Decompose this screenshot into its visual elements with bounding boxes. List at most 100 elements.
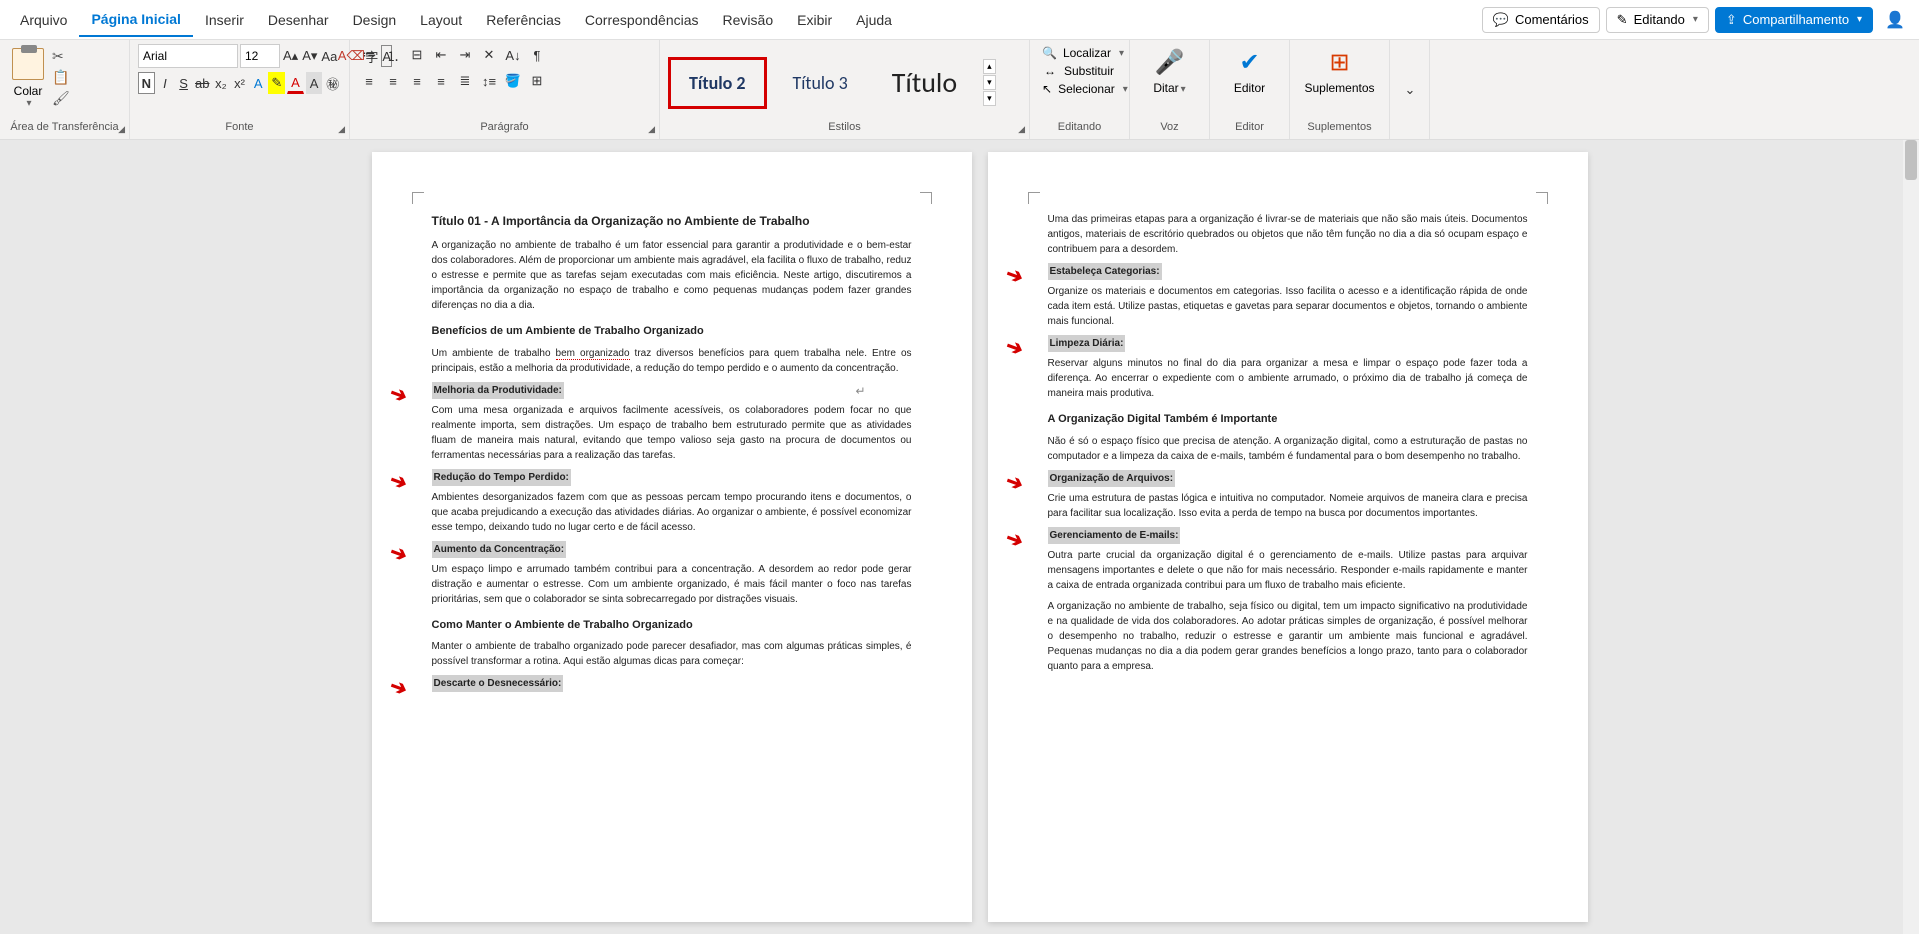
cut-icon[interactable]: ✂: [52, 48, 70, 65]
menu-design[interactable]: Design: [341, 4, 409, 36]
ribbon-collapse-button[interactable]: ⌄: [1399, 79, 1421, 101]
vertical-scrollbar[interactable]: [1903, 140, 1919, 934]
char-shading-button[interactable]: A: [306, 72, 323, 94]
red-arrow-icon: ➔: [385, 378, 411, 412]
styles-dialog-launcher[interactable]: ◢: [1018, 124, 1025, 135]
font-dialog-launcher[interactable]: ◢: [338, 124, 345, 135]
page-2[interactable]: Uma das primeiras etapas para a organiza…: [988, 152, 1588, 922]
font-name-combo[interactable]: [138, 44, 238, 68]
italic-button[interactable]: I: [157, 72, 174, 94]
chevron-down-icon: ▾: [26, 98, 31, 109]
align-center-button[interactable]: ≡: [382, 70, 404, 92]
bullets-button[interactable]: ≔: [358, 44, 380, 66]
font-size-combo[interactable]: [240, 44, 280, 68]
document-area[interactable]: Título 01 - A Importância da Organização…: [0, 140, 1919, 934]
menu-referencias[interactable]: Referências: [474, 4, 573, 36]
subhead-arquivos: Organização de Arquivos:: [1048, 470, 1176, 487]
menu-desenhar[interactable]: Desenhar: [256, 4, 341, 36]
paragraph-dialog-launcher[interactable]: ◢: [648, 124, 655, 135]
select-button[interactable]: ↖Selecionar▾: [1038, 80, 1121, 98]
doc-paragraph: Manter o ambiente de trabalho organizado…: [432, 639, 912, 669]
styles-scroll-up[interactable]: ▴: [983, 59, 996, 74]
strike-button[interactable]: ab: [194, 72, 211, 94]
distributed-button[interactable]: ≣: [454, 70, 476, 92]
replace-button[interactable]: ↔Substituir: [1038, 62, 1121, 80]
menu-exibir[interactable]: Exibir: [785, 4, 844, 36]
font-group: A▴ A▾ Aa A⌫ 字 A N I S ab x₂ x² A ✎ A A ㊙…: [130, 40, 350, 139]
styles-expand[interactable]: ▾: [983, 91, 996, 106]
subscript-button[interactable]: x₂: [213, 72, 230, 94]
sort-button[interactable]: A↓: [502, 44, 524, 66]
asian-layout-button[interactable]: ✕: [478, 44, 500, 66]
menu-arquivo[interactable]: Arquivo: [8, 4, 79, 36]
editor-icon[interactable]: ✔: [1239, 48, 1259, 77]
addins-button[interactable]: Suplementos: [1304, 81, 1374, 95]
justify-button[interactable]: ≡: [430, 70, 452, 92]
style-titulo-3[interactable]: Título 3: [775, 60, 866, 106]
menu-inserir[interactable]: Inserir: [193, 4, 256, 36]
doc-paragraph: Uma das primeiras etapas para a organiza…: [1048, 212, 1528, 257]
user-avatar-icon[interactable]: 👤: [1879, 4, 1911, 36]
scrollbar-thumb[interactable]: [1905, 140, 1917, 180]
addins-icon[interactable]: ⊞: [1329, 48, 1349, 77]
style-titulo[interactable]: Título: [874, 53, 975, 112]
editor-button[interactable]: Editor: [1234, 81, 1265, 95]
doc-paragraph: Crie uma estrutura de pastas lógica e in…: [1048, 491, 1528, 521]
shading-button[interactable]: 🪣: [502, 70, 524, 92]
find-button[interactable]: 🔍Localizar▾: [1038, 44, 1121, 62]
search-icon: 🔍: [1042, 46, 1057, 60]
format-painter-icon[interactable]: 🖌: [52, 90, 70, 107]
numbering-button[interactable]: ⒈: [382, 44, 404, 66]
doc-paragraph: Com uma mesa organizada e arquivos facil…: [432, 403, 912, 463]
style-titulo-2[interactable]: Título 2: [668, 57, 767, 109]
copy-icon[interactable]: 📋: [52, 69, 70, 86]
doc-title-1: Título 01 - A Importância da Organização…: [432, 212, 912, 230]
grow-font-button[interactable]: A▴: [282, 45, 299, 67]
align-right-button[interactable]: ≡: [406, 70, 428, 92]
share-button[interactable]: ⇪Compartilhamento▾: [1715, 7, 1873, 33]
align-left-button[interactable]: ≡: [358, 70, 380, 92]
menu-ajuda[interactable]: Ajuda: [844, 4, 904, 36]
line-spacing-button[interactable]: ↕≡: [478, 70, 500, 92]
paragraph-mark-icon: ↵: [855, 382, 865, 400]
menu-revisao[interactable]: Revisão: [711, 4, 786, 36]
bold-button[interactable]: N: [138, 72, 155, 94]
enclose-char-button[interactable]: ㊙: [324, 72, 341, 94]
page-1[interactable]: Título 01 - A Importância da Organização…: [372, 152, 972, 922]
addins-group: ⊞ Suplementos Suplementos: [1290, 40, 1390, 139]
red-arrow-icon: ➔: [385, 465, 411, 499]
borders-button[interactable]: ⊞: [526, 70, 548, 92]
clipboard-dialog-launcher[interactable]: ◢: [118, 124, 125, 135]
font-color-button[interactable]: A: [287, 72, 304, 94]
change-case-button[interactable]: Aa: [320, 45, 338, 67]
doc-paragraph: Um ambiente de trabalho bem organizado t…: [432, 346, 912, 376]
menu-bar: Arquivo Página Inicial Inserir Desenhar …: [0, 0, 1919, 40]
styles-scroll-down[interactable]: ▾: [983, 75, 996, 90]
paragraph-group-label: Parágrafo: [358, 121, 651, 135]
doc-paragraph: Organize os materiais e documentos em ca…: [1048, 284, 1528, 329]
text-effects-button[interactable]: A: [250, 72, 267, 94]
comments-button[interactable]: 💬Comentários: [1482, 7, 1600, 33]
menu-layout[interactable]: Layout: [408, 4, 474, 36]
decrease-indent-button[interactable]: ⇤: [430, 44, 452, 66]
doc-paragraph: Outra parte crucial da organização digit…: [1048, 548, 1528, 593]
superscript-button[interactable]: x²: [231, 72, 248, 94]
doc-paragraph: Reservar alguns minutos no final do dia …: [1048, 356, 1528, 401]
addins-group-label: Suplementos: [1307, 121, 1371, 135]
dictate-button[interactable]: Ditar▾: [1153, 81, 1185, 95]
clipboard-icon: [12, 48, 44, 80]
shrink-font-button[interactable]: A▾: [301, 45, 318, 67]
menu-pagina-inicial[interactable]: Página Inicial: [79, 3, 192, 37]
editing-mode-button[interactable]: ✎Editando▾: [1606, 7, 1709, 33]
menu-correspondencias[interactable]: Correspondências: [573, 4, 711, 36]
paste-button[interactable]: Colar ▾: [8, 44, 48, 113]
dictate-icon[interactable]: 🎤: [1155, 48, 1185, 77]
underline-button[interactable]: S: [175, 72, 192, 94]
spelling-error[interactable]: bem organizado: [556, 348, 630, 360]
pencil-icon: ✎: [1617, 12, 1628, 28]
editor-group: ✔ Editor Editor: [1210, 40, 1290, 139]
highlight-button[interactable]: ✎: [268, 72, 285, 94]
multilevel-button[interactable]: ⊟: [406, 44, 428, 66]
increase-indent-button[interactable]: ⇥: [454, 44, 476, 66]
show-marks-button[interactable]: ¶: [526, 44, 548, 66]
